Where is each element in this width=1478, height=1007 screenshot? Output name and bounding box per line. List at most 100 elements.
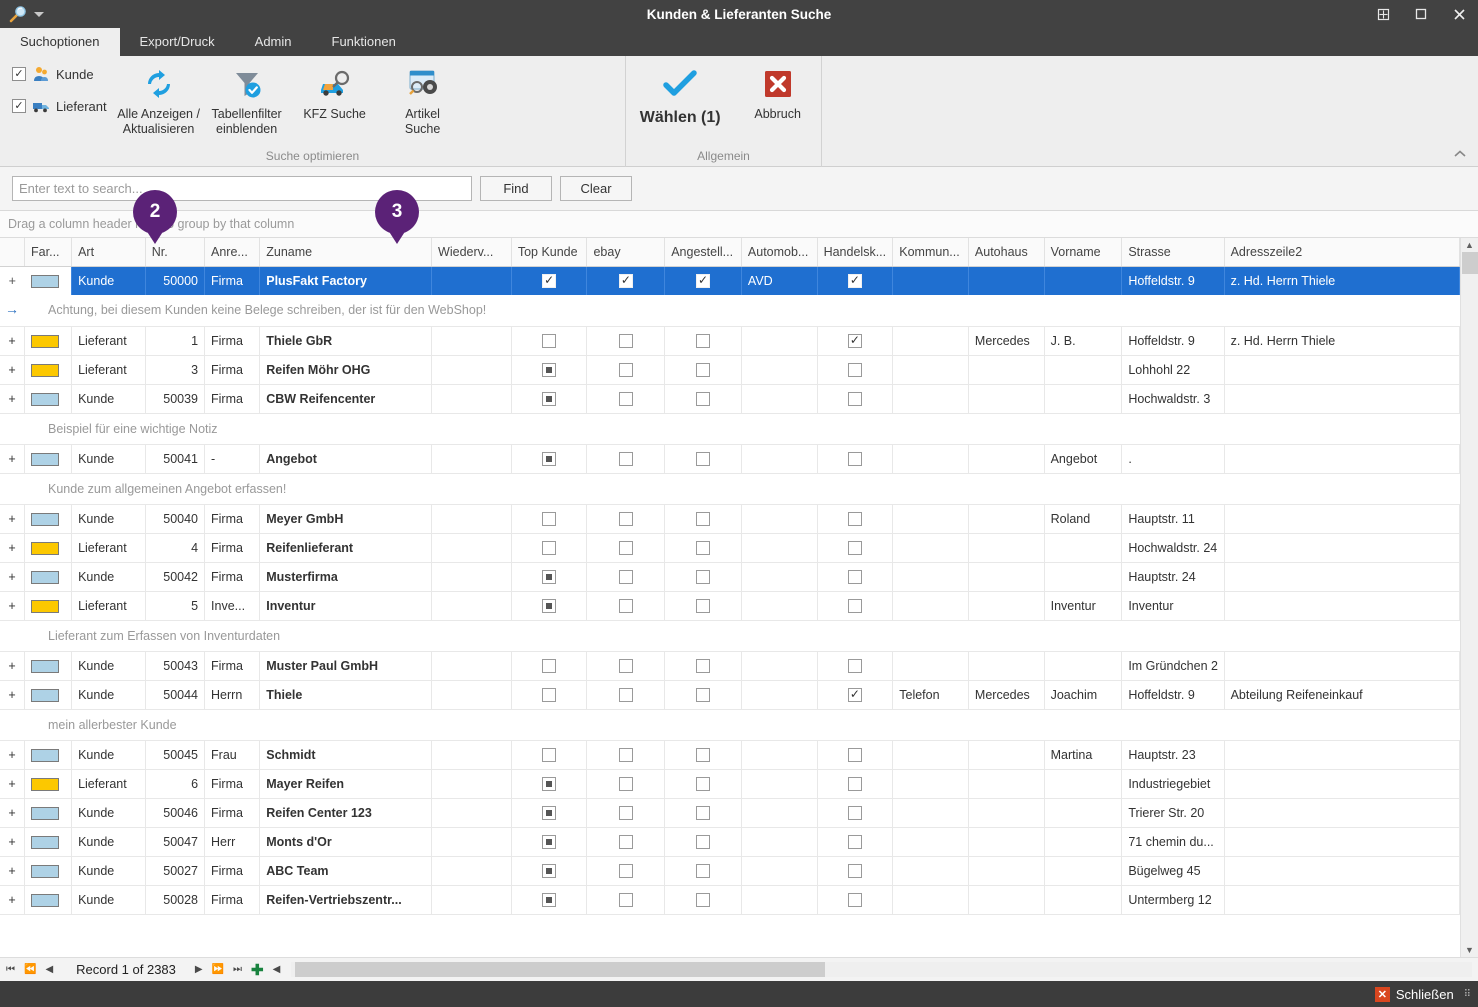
grid-header-top-kunde[interactable]: Top Kunde [511, 238, 587, 266]
alle-anzeigen-aktualisieren-button[interactable]: Alle Anzeigen / Aktualisieren [115, 56, 203, 137]
tabellenfilter-einblenden-button[interactable]: Tabellenfilter einblenden [203, 56, 291, 137]
cell-handelskette[interactable] [817, 384, 893, 413]
checkbox[interactable] [619, 599, 633, 613]
cell-top-kunde[interactable] [511, 798, 587, 827]
row-expand-button[interactable]: + [0, 680, 25, 709]
hscroll-left-arrow-icon[interactable]: ◀ [273, 964, 281, 975]
cell-angestellt[interactable] [665, 355, 742, 384]
cell-angestellt[interactable] [665, 680, 742, 709]
table-row[interactable]: +Kunde50039FirmaCBW ReifencenterHochwald… [0, 384, 1460, 413]
table-row[interactable]: +Kunde50042FirmaMusterfirmaHauptstr. 24 [0, 562, 1460, 591]
table-row[interactable]: +Lieferant5Inve...InventurInventurInvent… [0, 591, 1460, 620]
checkbox[interactable] [619, 806, 633, 820]
table-row[interactable]: +Lieferant6FirmaMayer ReifenIndustriegeb… [0, 769, 1460, 798]
row-expand-button[interactable]: + [0, 326, 25, 355]
checkbox[interactable] [619, 659, 633, 673]
row-expand-button[interactable]: + [0, 651, 25, 680]
checkbox[interactable] [696, 392, 710, 406]
cell-ebay[interactable] [587, 533, 665, 562]
cell-ebay[interactable] [587, 798, 665, 827]
cell-top-kunde[interactable] [511, 326, 587, 355]
checkbox[interactable] [542, 541, 556, 555]
cell-angestellt[interactable] [665, 266, 742, 295]
checkbox[interactable] [848, 659, 862, 673]
checkbox[interactable] [696, 570, 710, 584]
checkbox[interactable] [848, 835, 862, 849]
checkbox[interactable] [542, 363, 556, 377]
table-row[interactable]: +Kunde50046FirmaReifen Center 123Trierer… [0, 798, 1460, 827]
checkbox[interactable] [542, 392, 556, 406]
checkbox[interactable] [542, 274, 556, 288]
lieferant-checkbox[interactable]: ✓ [12, 99, 26, 113]
cell-handelskette[interactable] [817, 856, 893, 885]
checkbox[interactable] [542, 334, 556, 348]
checkbox[interactable] [848, 777, 862, 791]
table-row[interactable]: +Lieferant1FirmaThiele GbRMercedesJ. B.H… [0, 326, 1460, 355]
grid-header-autohaus[interactable]: Autohaus [968, 238, 1044, 266]
table-row[interactable]: +Lieferant4FirmaReifenlieferantHochwalds… [0, 533, 1460, 562]
checkbox[interactable] [542, 512, 556, 526]
scroll-up-arrow-icon[interactable]: ▲ [1465, 240, 1474, 250]
abbruch-button[interactable]: Abbruch [734, 56, 821, 122]
cell-handelskette[interactable] [817, 651, 893, 680]
maximize-button[interactable] [1402, 0, 1440, 28]
cell-ebay[interactable] [587, 740, 665, 769]
checkbox[interactable] [696, 748, 710, 762]
grid-header-handelskette[interactable]: Handelsk... [817, 238, 893, 266]
table-row[interactable]: +Kunde50027FirmaABC TeamBügelweg 45 [0, 856, 1460, 885]
row-expand-button[interactable]: + [0, 444, 25, 473]
cell-top-kunde[interactable] [511, 651, 587, 680]
cell-angestellt[interactable] [665, 444, 742, 473]
checkbox[interactable] [848, 893, 862, 907]
cell-top-kunde[interactable] [511, 384, 587, 413]
close-button[interactable] [1440, 0, 1478, 28]
checkbox[interactable] [542, 659, 556, 673]
tab-suchoptionen[interactable]: Suchoptionen [0, 28, 120, 56]
row-expand-button[interactable]: + [0, 562, 25, 591]
checkbox[interactable] [696, 893, 710, 907]
cell-handelskette[interactable] [817, 444, 893, 473]
checkbox[interactable] [542, 893, 556, 907]
grid-header-wiederverkaeufer[interactable]: Wiederv... [432, 238, 512, 266]
grid-header-ebay[interactable]: ebay [587, 238, 665, 266]
checkbox[interactable] [542, 452, 556, 466]
cell-ebay[interactable] [587, 680, 665, 709]
cell-handelskette[interactable] [817, 827, 893, 856]
row-expand-button[interactable]: + [0, 591, 25, 620]
row-expand-button[interactable]: + [0, 355, 25, 384]
table-row[interactable]: +Kunde50040FirmaMeyer GmbHRolandHauptstr… [0, 504, 1460, 533]
group-by-panel[interactable]: Drag a column header here to group by th… [0, 211, 1478, 238]
row-expand-button[interactable]: + [0, 533, 25, 562]
checkbox[interactable] [848, 541, 862, 555]
cell-ebay[interactable] [587, 769, 665, 798]
checkbox[interactable] [542, 570, 556, 584]
chevron-up-icon[interactable] [1452, 146, 1468, 162]
waehlen-button[interactable]: Wählen (1) [626, 56, 734, 125]
cell-top-kunde[interactable] [511, 591, 587, 620]
cell-angestellt[interactable] [665, 798, 742, 827]
checkbox[interactable] [619, 363, 633, 377]
checkbox[interactable] [542, 835, 556, 849]
cell-top-kunde[interactable] [511, 562, 587, 591]
checkbox[interactable] [696, 512, 710, 526]
checkbox[interactable] [696, 659, 710, 673]
cell-top-kunde[interactable] [511, 444, 587, 473]
nav-prev-icon[interactable]: ◀ [45, 964, 53, 975]
find-button[interactable]: Find [480, 176, 552, 201]
grid-header-art[interactable]: Art [72, 238, 146, 266]
cell-ebay[interactable] [587, 326, 665, 355]
cell-angestellt[interactable] [665, 651, 742, 680]
checkbox[interactable] [542, 777, 556, 791]
row-expand-button[interactable]: + [0, 384, 25, 413]
checkbox[interactable] [619, 893, 633, 907]
table-row[interactable]: +Kunde50047HerrMonts d'Or71 chemin du... [0, 827, 1460, 856]
cell-angestellt[interactable] [665, 504, 742, 533]
grid-header-strasse[interactable]: Strasse [1122, 238, 1224, 266]
checkbox[interactable] [848, 452, 862, 466]
table-row[interactable]: +Kunde50028FirmaReifen-Vertriebszentr...… [0, 885, 1460, 914]
checkbox[interactable] [619, 541, 633, 555]
checkbox[interactable] [619, 835, 633, 849]
checkbox[interactable] [696, 835, 710, 849]
checkbox[interactable] [619, 334, 633, 348]
tab-export-druck[interactable]: Export/Druck [120, 28, 235, 56]
